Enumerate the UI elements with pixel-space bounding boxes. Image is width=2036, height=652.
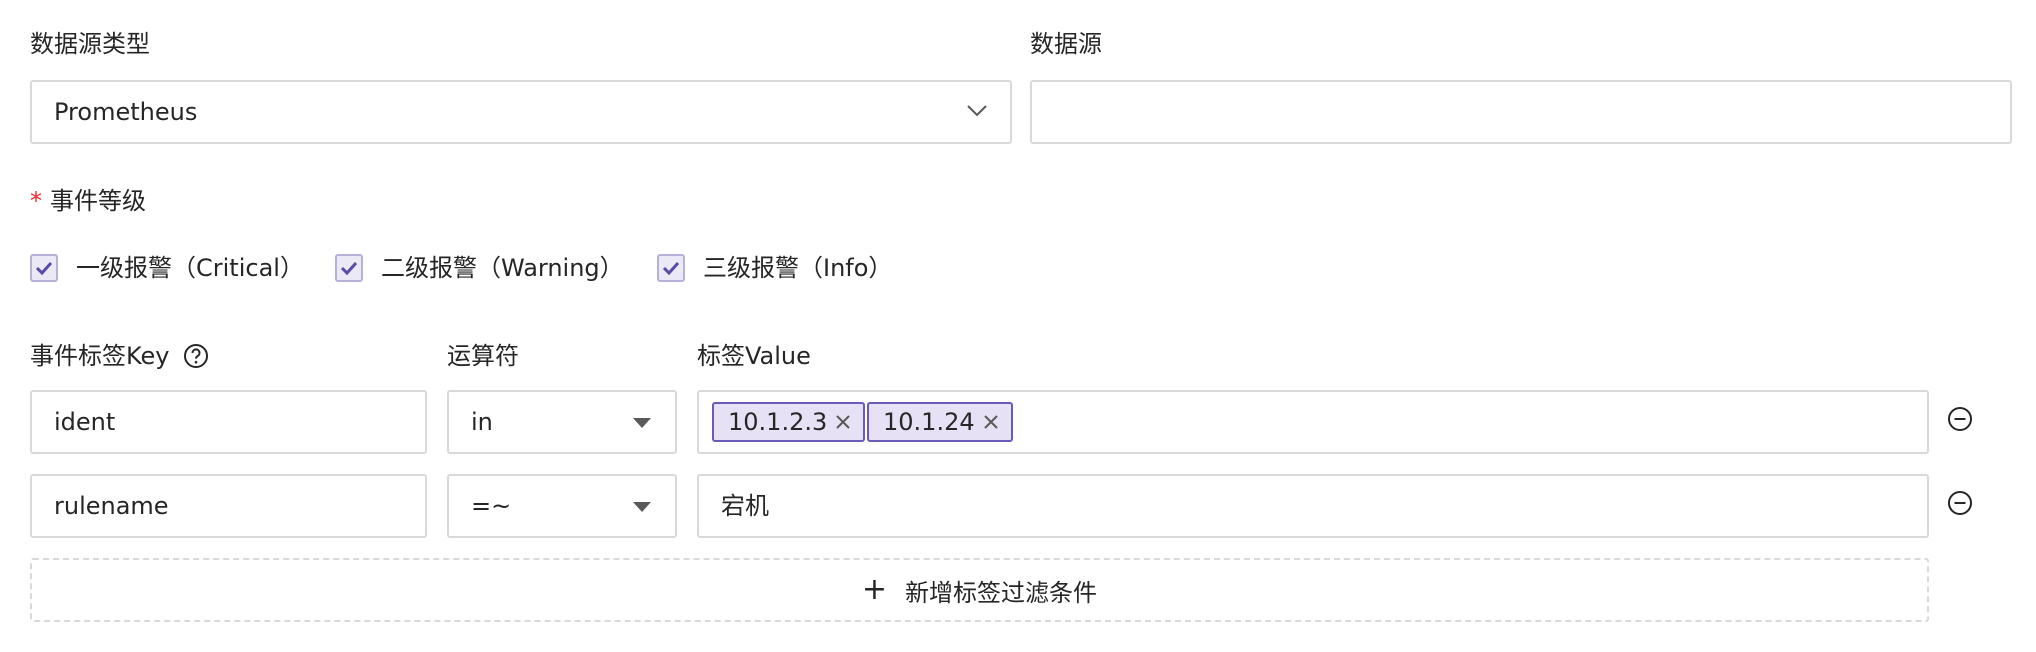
caret-down-icon	[633, 418, 651, 428]
tag-key-header: 事件标签Key	[30, 342, 170, 370]
checkbox-info[interactable]	[657, 254, 685, 282]
close-icon[interactable]	[983, 414, 999, 430]
value-tag: 10.1.24	[867, 402, 1013, 442]
operator-header: 运算符	[447, 342, 519, 370]
tag-key-input[interactable]: ident	[30, 390, 427, 454]
tag-key-input[interactable]: rulename	[30, 474, 427, 538]
event-level-label-text: 事件等级	[50, 187, 146, 215]
add-tag-filter-button[interactable]: + 新增标签过滤条件	[30, 558, 1929, 622]
checkbox-warning-label[interactable]: 二级报警（Warning）	[381, 252, 624, 284]
operator-value: in	[471, 408, 493, 436]
event-level-label: * 事件等级	[30, 185, 146, 217]
checkbox-warning[interactable]	[335, 254, 363, 282]
minus-circle-icon[interactable]	[1947, 490, 1973, 516]
check-icon	[662, 261, 680, 275]
add-tag-filter-label: 新增标签过滤条件	[905, 578, 1098, 607]
check-icon	[35, 261, 53, 275]
operator-value: =~	[471, 492, 512, 520]
check-icon	[340, 261, 358, 275]
chevron-down-icon	[967, 105, 987, 117]
question-circle-icon[interactable]	[183, 343, 209, 369]
tag-value-input[interactable]: 宕机	[697, 474, 1929, 538]
value-tag-text: 10.1.2.3	[728, 408, 828, 436]
tag-value-select[interactable]: 10.1.2.3 10.1.24	[697, 390, 1929, 454]
datasource-type-label: 数据源类型	[30, 30, 150, 58]
tag-key-value: rulename	[54, 492, 169, 520]
checkbox-critical[interactable]	[30, 254, 58, 282]
datasource-type-select[interactable]: Prometheus	[30, 80, 1012, 144]
close-icon[interactable]	[835, 414, 851, 430]
caret-down-icon	[633, 502, 651, 512]
tag-value-text: 宕机	[721, 492, 769, 520]
checkbox-critical-label[interactable]: 一级报警（Critical）	[76, 252, 304, 284]
tag-key-value: ident	[54, 408, 116, 436]
value-tag-text: 10.1.24	[883, 408, 975, 436]
datasource-select[interactable]	[1030, 80, 2012, 144]
minus-circle-icon[interactable]	[1947, 406, 1973, 432]
datasource-label: 数据源	[1030, 30, 1102, 58]
operator-select[interactable]: =~	[447, 474, 677, 538]
plus-icon: +	[861, 572, 888, 607]
operator-select[interactable]: in	[447, 390, 677, 454]
value-tag: 10.1.2.3	[712, 402, 866, 442]
required-mark: *	[30, 187, 42, 215]
tag-value-header: 标签Value	[697, 342, 811, 370]
datasource-type-value: Prometheus	[54, 98, 198, 126]
checkbox-info-label[interactable]: 三级报警（Info）	[703, 252, 892, 284]
